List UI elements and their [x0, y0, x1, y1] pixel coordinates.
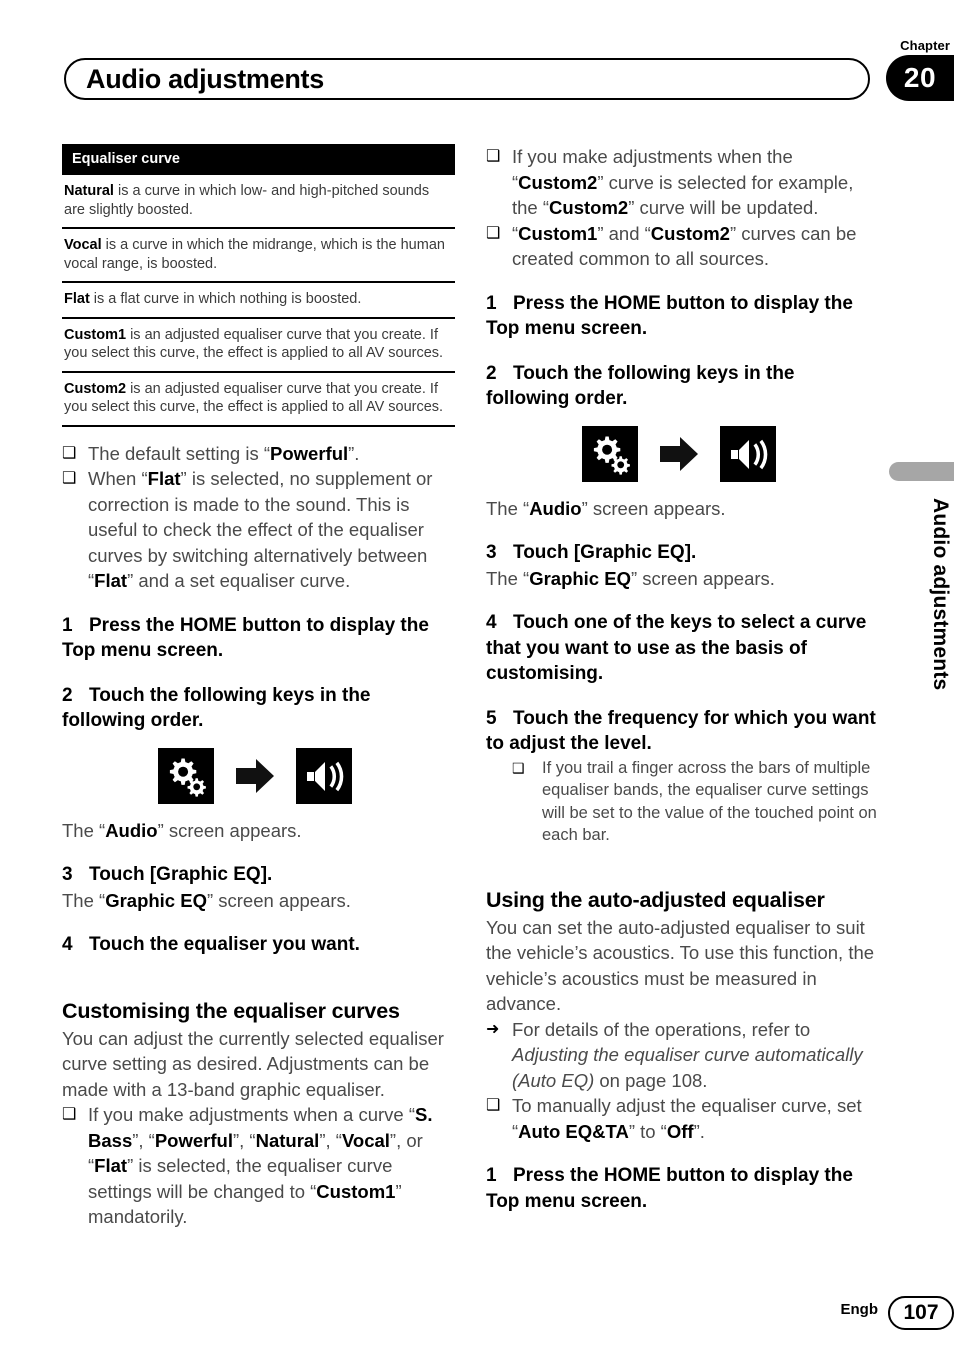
note-bullet-icon: ❑ — [62, 444, 77, 462]
key-sequence-icons — [62, 747, 455, 804]
key-sequence-icons — [486, 425, 879, 482]
step-2: 2 Touch the following keys in the followi… — [62, 683, 455, 734]
table-term: Natural — [64, 183, 114, 199]
table-desc: is a flat curve in which nothing is boos… — [89, 291, 362, 307]
reference-arrow-icon: ➜ — [486, 1020, 500, 1038]
section-intro: You can set the auto-adjusted equaliser … — [486, 916, 875, 1015]
note-list: ❑ The default setting is “Powerful”. ❑ W… — [62, 441, 455, 594]
equaliser-curve-table: Equaliser curve Natural is a curve in wh… — [62, 144, 455, 427]
note-text: To manually adjust the equaliser curve, … — [512, 1095, 862, 1142]
step-5: 5 Touch the frequency for which you want … — [486, 706, 879, 757]
step-number: 1 — [486, 292, 497, 314]
table-desc: is a curve in which the midrange, which … — [64, 237, 445, 272]
manual-page: Chapter 20 Audio adjustments Audio adjus… — [0, 0, 954, 1352]
right-arrow-icon — [660, 436, 698, 471]
note-item: ❑ “Custom1” and “Custom2” curves can be … — [486, 221, 879, 272]
step-text: Press the HOME button to display the Top… — [62, 614, 429, 662]
step-text: Press the HOME button to display the Top… — [486, 292, 853, 340]
note-text: If you make adjustments when the “Custom… — [512, 146, 854, 218]
table-term: Flat — [64, 291, 90, 307]
step-number: 4 — [62, 934, 73, 955]
note-text: “Custom1” and “Custom2” curves can be cr… — [512, 222, 857, 270]
table-row: Flat is a flat curve in which nothing is… — [62, 283, 455, 319]
step-number: 2 — [62, 684, 73, 706]
ref-text-b: on page 108. — [594, 1069, 708, 1091]
note-bullet-icon: ❑ — [62, 1106, 77, 1123]
table-row: Custom2 is an adjusted equaliser curve t… — [62, 373, 455, 427]
step-text: Touch the following keys in the followin… — [486, 362, 795, 410]
step-3: 3 Touch [Graphic EQ]. — [486, 540, 879, 566]
note-item: ❑ The default setting is “Powerful”. — [62, 441, 455, 467]
note-bullet-icon: ❑ — [486, 224, 501, 242]
ref-text-a: For details of the operations, refer to — [512, 1018, 811, 1040]
section-heading-customising: Customising the equaliser curves — [62, 998, 400, 1023]
footer-page-number: 107 — [888, 1296, 954, 1330]
step-number: 2 — [486, 362, 497, 384]
table-header: Equaliser curve — [62, 144, 455, 175]
footer-language: Engb — [840, 1301, 879, 1318]
note-item: ❑ When “Flat” is selected, no supplement… — [62, 466, 455, 594]
table-row: Natural is a curve in which low- and hig… — [62, 175, 455, 229]
graphic-eq-screen-note: The “Graphic EQ” screen appears. — [486, 567, 775, 589]
final-step: 1 Press the HOME button to display the To… — [486, 1163, 879, 1214]
step-1: 1 Press the HOME button to display the To… — [486, 291, 879, 342]
section-heading-auto-eq: Using the auto-adjusted equaliser — [486, 887, 825, 912]
step-text: Press the HOME button to display the Top… — [486, 1165, 853, 1212]
step-number: 3 — [486, 542, 497, 563]
note-text: The default setting is “Powerful”. — [88, 442, 360, 464]
table-row: Vocal is a curve in which the midrange, … — [62, 229, 455, 283]
note-list: ❑ If you make adjustments when the “Cust… — [486, 144, 879, 272]
note-item: ❑ To manually adjust the equaliser curve… — [486, 1093, 879, 1144]
table-desc: is a curve in which low- and high-pitche… — [64, 183, 430, 218]
step-text: Touch [Graphic EQ]. — [513, 542, 697, 563]
gears-icon[interactable] — [582, 425, 638, 482]
step-text: Touch the following keys in the followin… — [62, 684, 371, 732]
table-term: Custom1 — [64, 326, 127, 343]
chapter-label: Chapter — [900, 38, 950, 53]
step-number: 3 — [62, 864, 73, 885]
step-text: Touch one of the keys to select a curve … — [486, 612, 867, 684]
table-row: Custom1 is an adjusted equaliser curve t… — [62, 319, 455, 373]
note-bullet-icon: ❑ — [486, 148, 501, 165]
table-term: Vocal — [64, 237, 102, 253]
step-1: 1 Press the HOME button to display the To… — [62, 613, 455, 664]
note-bullet-icon: ❑ — [512, 759, 525, 776]
step-number: 1 — [486, 1165, 497, 1186]
note-item: ❑ If you make adjustments when a curve “… — [62, 1102, 455, 1230]
step-text: Touch the frequency for which you want t… — [486, 707, 876, 755]
reference-note-item: ➜ For details of the operations, refer t… — [486, 1017, 879, 1094]
gears-icon[interactable] — [158, 747, 214, 804]
audio-screen-note: The “Audio” screen appears. — [486, 497, 726, 519]
note-text: If you trail a finger across the bars of… — [542, 758, 877, 845]
step-2: 2 Touch the following keys in the followi… — [486, 361, 879, 412]
step-4: 4 Touch the equaliser you want. — [62, 932, 455, 958]
note-bullet-icon: ❑ — [486, 1097, 501, 1114]
right-column: ❑ If you make adjustments when the “Cust… — [486, 144, 879, 1214]
table-term: Custom2 — [64, 380, 127, 397]
note-item: ❑ If you make adjustments when the “Cust… — [486, 144, 879, 221]
right-arrow-icon — [236, 758, 274, 793]
side-tab-label: Audio adjustments — [929, 498, 952, 691]
page-title: Audio adjustments — [86, 64, 324, 94]
chapter-number-badge: 20 — [886, 55, 954, 101]
step-text: Touch the equaliser you want. — [89, 934, 360, 955]
note-item: ❑ If you trail a finger across the bars … — [512, 757, 879, 847]
note-text: When “Flat” is selected, no supplement o… — [88, 468, 433, 591]
step-text: Touch [Graphic EQ]. — [89, 864, 273, 885]
graphic-eq-screen-note: The “Graphic EQ” screen appears. — [62, 889, 351, 911]
step-number: 1 — [62, 614, 73, 636]
step-3: 3 Touch [Graphic EQ]. — [62, 862, 455, 888]
speaker-icon[interactable] — [296, 747, 352, 804]
audio-screen-note: The “Audio” screen appears. — [62, 819, 302, 841]
speaker-icon[interactable] — [720, 425, 776, 482]
side-tab-marker — [889, 462, 954, 481]
step-4: 4 Touch one of the keys to select a curve… — [486, 610, 879, 687]
left-column: Equaliser curve Natural is a curve in wh… — [62, 144, 455, 1230]
note-text: If you make adjustments when a curve “S.… — [88, 1104, 433, 1227]
step-number: 5 — [486, 707, 497, 729]
note-bullet-icon: ❑ — [62, 470, 77, 487]
step-number: 4 — [486, 612, 497, 633]
section-intro: You can adjust the currently selected eq… — [62, 1027, 444, 1100]
note-text: For details of the operations, refer to … — [512, 1019, 863, 1091]
